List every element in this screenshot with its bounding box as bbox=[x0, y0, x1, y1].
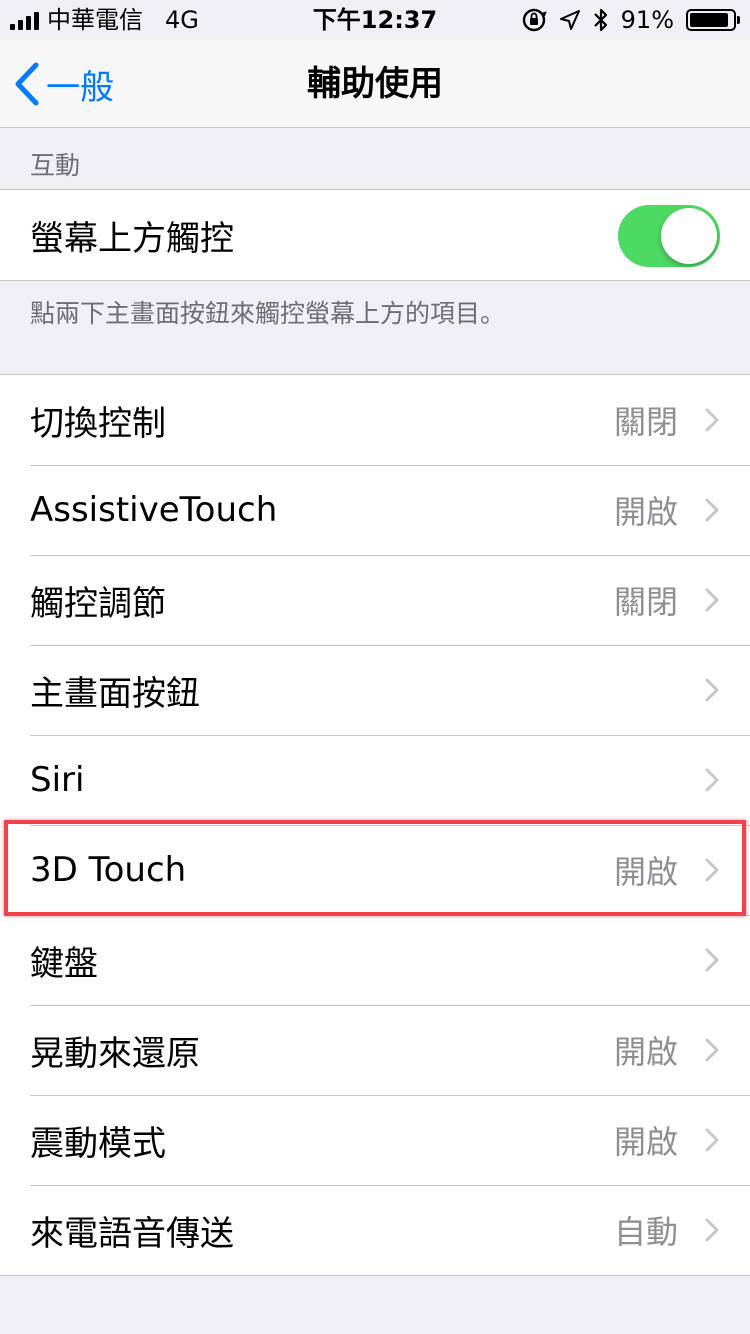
bluetooth-icon bbox=[593, 8, 607, 32]
chevron-right-icon bbox=[705, 858, 719, 882]
chevron-right-icon bbox=[705, 408, 719, 432]
setting-value: 關閉 bbox=[613, 403, 678, 441]
setting-label: 3D Touch bbox=[30, 850, 187, 890]
status-bar: 中華電信 4G 下午12:37 91% bbox=[0, 0, 750, 40]
chevron-right-icon bbox=[705, 948, 719, 972]
setting-value: 關閉 bbox=[613, 583, 678, 621]
setting-row-siri[interactable]: Siri bbox=[0, 735, 750, 825]
setting-row-touch-accommodations[interactable]: 觸控調節 關閉 bbox=[0, 555, 750, 645]
chevron-right-icon bbox=[705, 1128, 719, 1152]
setting-value: 開啟 bbox=[613, 1033, 678, 1071]
location-arrow-icon bbox=[559, 10, 580, 30]
setting-row-call-audio-routing[interactable]: 來電語音傳送 自動 bbox=[0, 1185, 750, 1275]
chevron-right-icon bbox=[705, 498, 719, 522]
setting-label: 主畫面按鈕 bbox=[30, 673, 200, 714]
chevron-right-icon bbox=[705, 1038, 719, 1062]
setting-label: Siri bbox=[30, 760, 85, 800]
status-right: 91% bbox=[521, 0, 740, 40]
settings-list: 切換控制 關閉 AssistiveTouch 開啟 觸控調節 關閉 主畫面按鈕 … bbox=[0, 374, 750, 1276]
setting-label: AssistiveTouch bbox=[30, 490, 278, 530]
setting-label: 來電語音傳送 bbox=[30, 1213, 234, 1254]
toggle-knob bbox=[661, 208, 717, 264]
page-title: 輔助使用 bbox=[307, 64, 443, 104]
setting-row-vibration[interactable]: 震動模式 開啟 bbox=[0, 1095, 750, 1185]
screen: 中華電信 4G 下午12:37 91% 一般 輔助使用 互動 螢幕上方觸控 點兩… bbox=[0, 0, 750, 1334]
chevron-right-icon bbox=[705, 768, 719, 792]
setting-value: 自動 bbox=[613, 1213, 678, 1251]
chevron-right-icon bbox=[705, 588, 719, 612]
setting-row-keyboard[interactable]: 鍵盤 bbox=[0, 915, 750, 1005]
setting-label: 震動模式 bbox=[30, 1123, 166, 1164]
setting-row-shake-to-undo[interactable]: 晃動來還原 開啟 bbox=[0, 1005, 750, 1095]
setting-row-switch-control[interactable]: 切換控制 關閉 bbox=[0, 375, 750, 465]
setting-row-3d-touch[interactable]: 3D Touch 開啟 bbox=[0, 825, 750, 915]
setting-row-assistivetouch[interactable]: AssistiveTouch 開啟 bbox=[0, 465, 750, 555]
reachability-row: 螢幕上方觸控 bbox=[0, 190, 750, 280]
reachability-label: 螢幕上方觸控 bbox=[30, 218, 234, 259]
setting-value: 開啟 bbox=[613, 1123, 678, 1161]
reachability-group: 螢幕上方觸控 bbox=[0, 189, 750, 281]
setting-label: 鍵盤 bbox=[30, 943, 98, 984]
battery-fill bbox=[690, 13, 729, 27]
chevron-right-icon bbox=[705, 1218, 719, 1242]
reachability-toggle[interactable] bbox=[618, 205, 720, 267]
navigation-bar: 一般 輔助使用 bbox=[0, 40, 750, 128]
chevron-right-icon bbox=[705, 678, 719, 702]
rotation-lock-icon bbox=[522, 8, 547, 32]
section-header-interaction: 互動 bbox=[30, 151, 81, 180]
reachability-footer: 點兩下主畫面按鈕來觸控螢幕上方的項目。 bbox=[30, 299, 506, 328]
setting-label: 晃動來還原 bbox=[30, 1033, 200, 1074]
setting-value: 開啟 bbox=[613, 493, 678, 531]
battery-icon bbox=[686, 9, 740, 31]
setting-row-home-button[interactable]: 主畫面按鈕 bbox=[0, 645, 750, 735]
setting-label: 切換控制 bbox=[30, 403, 166, 444]
battery-percent: 91% bbox=[620, 6, 674, 34]
setting-label: 觸控調節 bbox=[30, 583, 166, 624]
setting-value: 開啟 bbox=[613, 853, 678, 891]
